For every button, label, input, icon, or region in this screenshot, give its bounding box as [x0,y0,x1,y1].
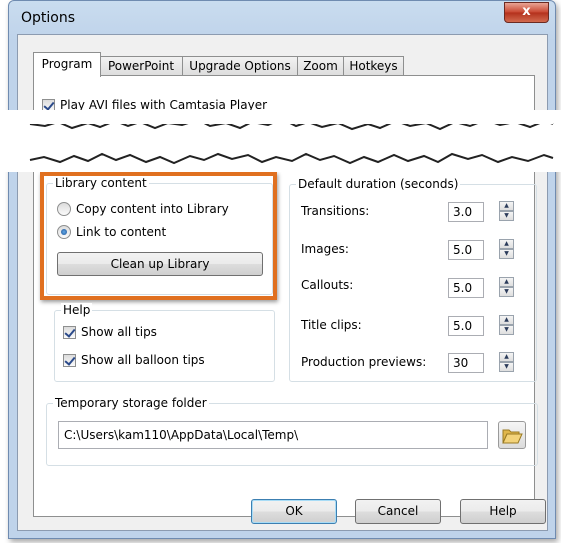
temp-storage-title: Temporary storage folder [53,396,209,410]
close-icon: x [522,4,531,19]
title-clips-field[interactable]: 5.0 [448,316,484,336]
callouts-spinner[interactable]: ▲ ▼ [499,277,514,297]
spin-down-icon[interactable]: ▼ [499,325,514,335]
show-all-balloon-tips-label: Show all balloon tips [81,353,205,367]
spin-down-icon[interactable]: ▼ [499,211,514,221]
cancel-button[interactable]: Cancel [355,499,441,524]
spin-up-icon[interactable]: ▲ [499,315,514,325]
title-bar[interactable]: Options x [9,1,555,35]
tab-zoom[interactable]: Zoom [297,56,344,76]
show-all-tips-label: Show all tips [81,325,157,339]
title-clips-label: Title clips: [301,318,362,332]
help-title: Help [61,303,93,317]
tab-powerpoint[interactable]: PowerPoint [99,56,183,76]
torn-edge-graphic [29,110,554,165]
browse-folder-button[interactable] [498,421,526,449]
production-previews-label: Production previews: [301,355,427,369]
spin-up-icon[interactable]: ▲ [499,201,514,211]
images-label: Images: [301,242,349,256]
close-button[interactable]: x [504,2,549,23]
help-button[interactable]: Help [460,499,546,524]
help-group: Help Show all tips Show all balloon tips [54,303,275,382]
window-title: Options [21,10,76,26]
show-all-tips-checkbox[interactable] [63,325,76,339]
images-field[interactable]: 5.0 [448,240,484,260]
images-spinner[interactable]: ▲ ▼ [499,239,514,259]
spin-down-icon[interactable]: ▼ [499,362,514,372]
torn-edge-divider [0,110,561,172]
spin-up-icon[interactable]: ▲ [499,239,514,249]
transitions-label: Transitions: [301,204,370,218]
callouts-field[interactable]: 5.0 [448,278,484,298]
tab-hotkeys[interactable]: Hotkeys [343,56,404,76]
ok-button[interactable]: OK [251,499,337,524]
folder-open-icon [502,429,523,444]
default-duration-group: Default duration (seconds) Transitions: … [289,177,537,382]
tab-program[interactable]: Program [33,52,101,77]
show-all-balloon-tips-checkbox[interactable] [63,353,76,367]
callouts-label: Callouts: [301,278,354,292]
temp-storage-path-field[interactable]: C:\Users\kam110\AppData\Local\Temp\ [58,421,488,449]
spin-down-icon[interactable]: ▼ [499,287,514,297]
production-previews-spinner[interactable]: ▲ ▼ [499,352,514,372]
temp-storage-group: Temporary storage folder C:\Users\kam110… [46,396,538,466]
production-previews-field[interactable]: 30 [448,353,484,373]
show-all-tips-row[interactable]: Show all tips [63,325,157,339]
highlight-annotation [40,172,277,300]
transitions-field[interactable]: 3.0 [448,202,484,222]
title-clips-spinner[interactable]: ▲ ▼ [499,315,514,335]
default-duration-title: Default duration (seconds) [296,177,461,191]
spin-up-icon[interactable]: ▲ [499,352,514,362]
spin-down-icon[interactable]: ▼ [499,249,514,259]
tab-upgrade-options[interactable]: Upgrade Options [182,56,298,76]
spin-up-icon[interactable]: ▲ [499,277,514,287]
show-all-balloon-tips-row[interactable]: Show all balloon tips [63,353,205,367]
transitions-spinner[interactable]: ▲ ▼ [499,201,514,221]
